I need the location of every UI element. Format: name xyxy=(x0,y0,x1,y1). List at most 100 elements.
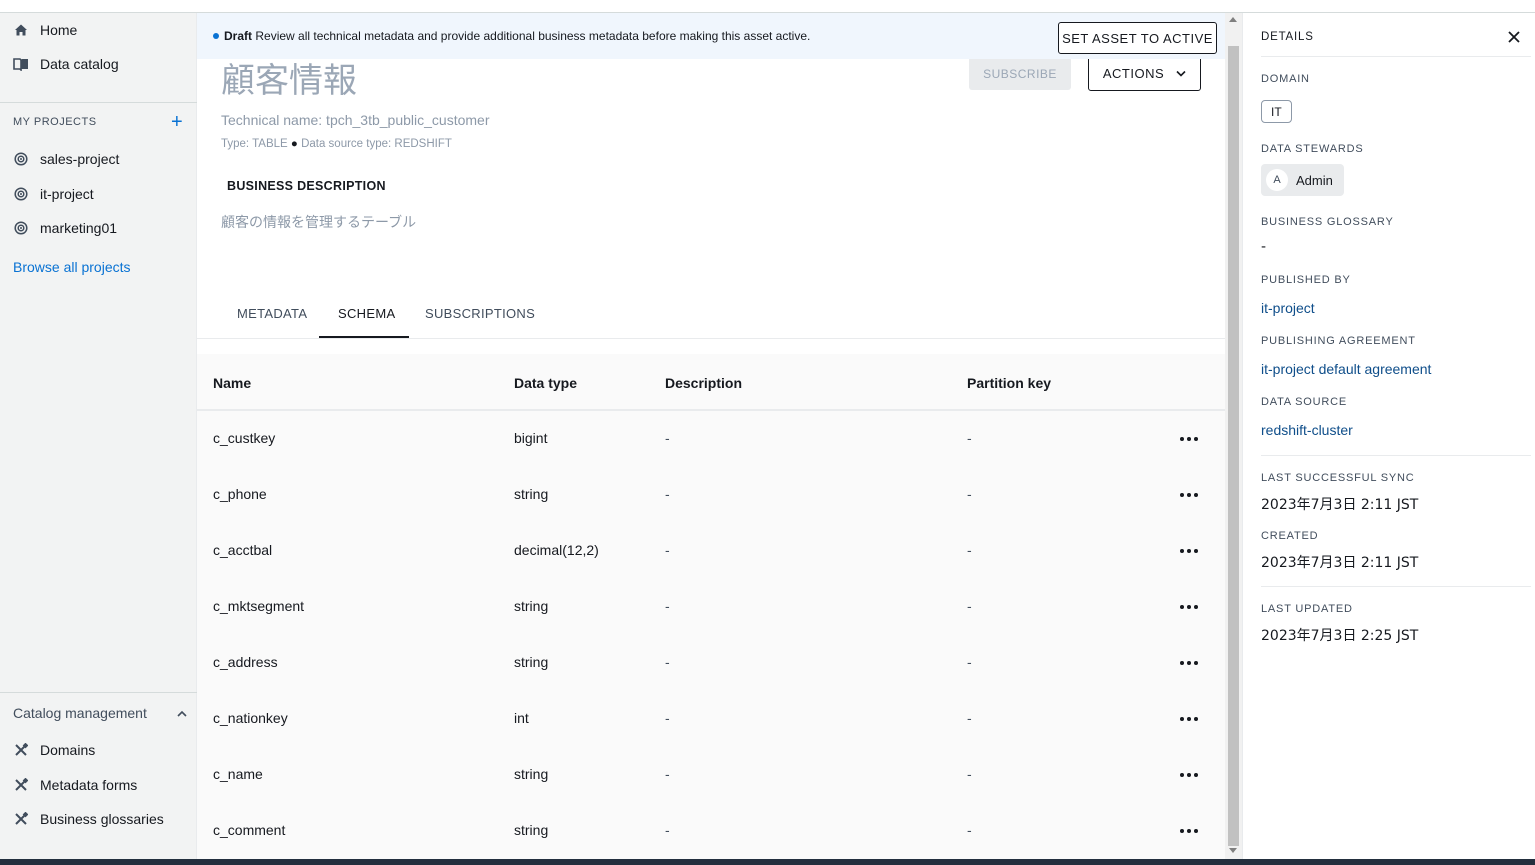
row-actions-more-icon[interactable] xyxy=(1177,763,1201,787)
data-type-cell: string xyxy=(514,822,549,838)
partition-key-cell: - xyxy=(967,542,972,558)
table-header: Name Data type Description Partition key xyxy=(197,354,1225,411)
sidebar-divider xyxy=(0,692,197,693)
sidebar-item-metadata-forms[interactable]: Metadata forms xyxy=(13,777,137,793)
schema-table: Name Data type Description Partition key… xyxy=(197,354,1225,859)
scrollbar-thumb[interactable] xyxy=(1228,46,1239,846)
sidebar-item-label: Domains xyxy=(40,742,96,758)
row-actions-more-icon[interactable] xyxy=(1177,707,1201,731)
row-actions-more-icon[interactable] xyxy=(1177,819,1201,843)
close-icon[interactable] xyxy=(1505,28,1523,46)
column-header-name[interactable]: Name xyxy=(213,375,251,391)
sidebar-item-home[interactable]: Home xyxy=(13,22,77,38)
draft-status-banner: Draft Review all technical metadata and … xyxy=(197,13,1225,59)
sidebar-item-label: sales-project xyxy=(40,151,120,167)
table-row: c_acctbal decimal(12,2) - - xyxy=(197,523,1225,579)
column-name-cell: c_acctbal xyxy=(213,542,273,558)
last-updated-label: LAST UPDATED xyxy=(1261,603,1353,615)
sidebar-item-label: Home xyxy=(40,22,78,38)
sidebar-item-label: Business glossaries xyxy=(40,811,164,827)
sidebar-item-label: Data catalog xyxy=(40,56,119,72)
column-header-partition-key[interactable]: Partition key xyxy=(967,375,1051,391)
banner-text: Draft Review all technical metadata and … xyxy=(224,29,810,43)
asset-tabs: METADATA SCHEMA SUBSCRIPTIONS xyxy=(197,291,1225,339)
domain-badge: IT xyxy=(1261,100,1292,123)
column-header-data-type[interactable]: Data type xyxy=(514,375,577,391)
description-cell: - xyxy=(665,822,670,838)
data-type-cell: string xyxy=(514,766,549,782)
data-source-label: DATA SOURCE xyxy=(1261,396,1348,408)
technical-name: Technical name: tpch_3tb_public_customer xyxy=(221,112,490,128)
chevron-up-icon xyxy=(177,705,187,721)
data-type-cell: string xyxy=(514,486,549,502)
status-dot-icon xyxy=(213,33,219,39)
catalog-management-toggle[interactable]: Catalog management xyxy=(13,705,187,721)
subscribe-button[interactable]: SUBSCRIBE xyxy=(969,57,1071,90)
project-icon xyxy=(13,220,29,236)
catalog-management-label: Catalog management xyxy=(13,705,147,721)
business-glossary-value: - xyxy=(1261,239,1267,255)
partition-key-cell: - xyxy=(967,598,972,614)
row-actions-more-icon[interactable] xyxy=(1177,483,1201,507)
table-row: c_custkey bigint - - xyxy=(197,411,1225,467)
last-updated-value: 2023年7月3日 2:25 JST xyxy=(1261,628,1419,644)
description-cell: - xyxy=(665,654,670,670)
table-row: c_nationkey int - - xyxy=(197,691,1225,747)
description-cell: - xyxy=(665,598,670,614)
row-actions-more-icon[interactable] xyxy=(1177,539,1201,563)
sidebar-item-marketing01[interactable]: marketing01 xyxy=(13,220,117,236)
column-name-cell: c_name xyxy=(213,766,263,782)
description-cell: - xyxy=(665,542,670,558)
published-by-link[interactable]: it-project xyxy=(1261,300,1315,316)
sidebar-item-it-project[interactable]: it-project xyxy=(13,186,94,202)
my-projects-heading: MY PROJECTS xyxy=(13,116,97,128)
sidebar-item-sales-project[interactable]: sales-project xyxy=(13,151,119,167)
publishing-agreement-link[interactable]: it-project default agreement xyxy=(1261,361,1431,377)
partition-key-cell: - xyxy=(967,766,972,782)
details-title: DETAILS xyxy=(1261,31,1314,43)
row-actions-more-icon[interactable] xyxy=(1177,651,1201,675)
details-divider xyxy=(1261,586,1531,587)
partition-key-cell: - xyxy=(967,822,972,838)
browse-all-projects-link[interactable]: Browse all projects xyxy=(13,259,131,275)
bottom-bar xyxy=(0,859,1535,865)
description-cell: - xyxy=(665,430,670,446)
data-source-link[interactable]: redshift-cluster xyxy=(1261,422,1353,438)
tab-schema[interactable]: SCHEMA xyxy=(338,306,395,321)
scroll-up-icon[interactable] xyxy=(1229,17,1237,22)
created-label: CREATED xyxy=(1261,530,1319,542)
tab-subscriptions[interactable]: SUBSCRIPTIONS xyxy=(425,306,535,321)
actions-button[interactable]: ACTIONS xyxy=(1088,56,1201,91)
asset-title: 顧客情報 xyxy=(221,61,357,101)
tab-metadata[interactable]: METADATA xyxy=(237,306,307,321)
data-type-cell: decimal(12,2) xyxy=(514,542,599,558)
business-description-heading: BUSINESS DESCRIPTION xyxy=(227,179,386,193)
description-cell: - xyxy=(665,766,670,782)
description-cell: - xyxy=(665,710,670,726)
sidebar-item-label: Metadata forms xyxy=(40,777,138,793)
tools-icon xyxy=(13,742,29,758)
column-name-cell: c_mktsegment xyxy=(213,598,305,614)
description-cell: - xyxy=(665,486,670,502)
set-asset-active-button[interactable]: SET ASSET TO ACTIVE xyxy=(1058,22,1217,54)
sidebar-item-business-glossaries[interactable]: Business glossaries xyxy=(13,811,164,827)
published-by-label: PUBLISHED BY xyxy=(1261,274,1351,286)
details-panel: DETAILS DOMAIN IT DATA STEWARDS A Admin … xyxy=(1242,13,1535,859)
partition-key-cell: - xyxy=(967,486,972,502)
row-actions-more-icon[interactable] xyxy=(1177,595,1201,619)
sidebar-item-data-catalog[interactable]: Data catalog xyxy=(13,56,119,72)
main-scrollbar[interactable] xyxy=(1225,13,1242,859)
column-name-cell: c_phone xyxy=(213,486,267,502)
add-project-button[interactable]: + xyxy=(171,112,183,132)
details-divider xyxy=(1261,455,1531,456)
data-steward-chip[interactable]: A Admin xyxy=(1261,164,1344,196)
last-sync-value: 2023年7月3日 2:11 JST xyxy=(1261,497,1419,513)
scroll-down-icon[interactable] xyxy=(1229,848,1237,853)
tools-icon xyxy=(13,811,29,827)
column-header-description[interactable]: Description xyxy=(665,375,742,391)
book-icon xyxy=(13,56,29,72)
data-type-cell: bigint xyxy=(514,430,548,446)
row-actions-more-icon[interactable] xyxy=(1177,427,1201,451)
banner-message: Review all technical metadata and provid… xyxy=(255,29,811,43)
sidebar-item-domains[interactable]: Domains xyxy=(13,742,95,758)
